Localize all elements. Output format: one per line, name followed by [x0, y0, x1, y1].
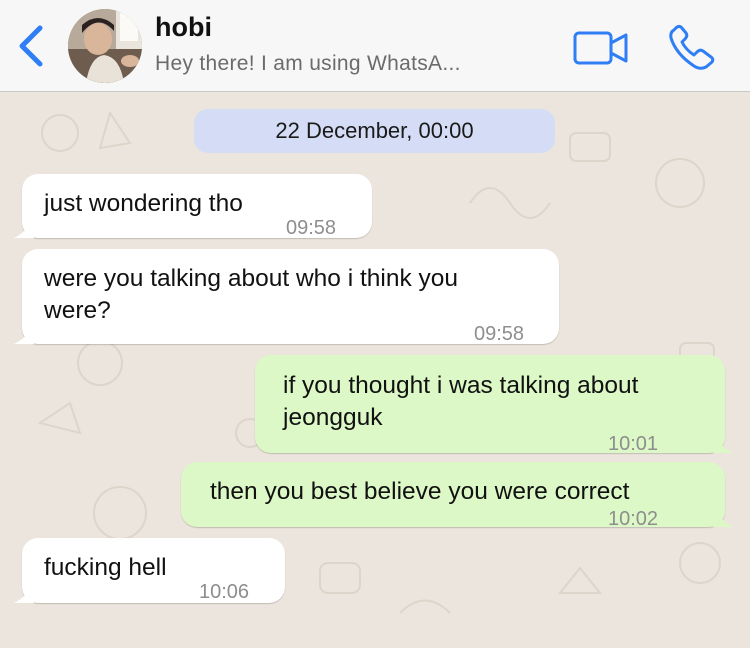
video-camera-icon [573, 31, 628, 65]
message-text: were? [44, 297, 111, 324]
bubble-tail [713, 509, 733, 527]
date-chip: 22 December, 00:00 [194, 109, 555, 153]
message-bubble-incoming[interactable]: just wondering tho 09:58 [14, 174, 372, 239]
avatar-photo [68, 9, 142, 83]
message-bubble-incoming[interactable]: were you talking about who i think you w… [14, 249, 559, 345]
contact-name[interactable]: hobi [155, 12, 212, 43]
back-chevron-icon [19, 25, 43, 67]
chat-header: hobi Hey there! I am using WhatsA... [0, 0, 750, 92]
avatar[interactable] [68, 9, 142, 83]
bubble-tail [14, 220, 34, 238]
video-call-button[interactable] [572, 30, 630, 66]
contact-status[interactable]: Hey there! I am using WhatsA... [155, 52, 495, 76]
message-time: 09:58 [286, 217, 337, 239]
message-time: 10:02 [608, 508, 659, 530]
bubble-tail [14, 326, 34, 344]
message-text: were you talking about who i think you [44, 265, 459, 292]
phone-icon [669, 24, 715, 70]
message-list[interactable]: 22 December, 00:00 just wondering tho 09… [0, 93, 750, 648]
message-text: just wondering tho [44, 190, 243, 217]
message-bubble-outgoing[interactable]: then you best believe you were correct 1… [181, 462, 733, 530]
message-text: fucking hell [44, 554, 167, 581]
message-time: 10:01 [608, 433, 659, 455]
message-time: 09:58 [474, 323, 525, 345]
message-time: 10:06 [199, 581, 250, 603]
bubble-tail [713, 435, 733, 453]
message-bubble-outgoing[interactable]: if you thought i was talking about jeong… [255, 355, 733, 455]
message-bubble-incoming[interactable]: fucking hell 10:06 [14, 538, 285, 603]
bubble-tail [14, 585, 34, 603]
back-button[interactable] [14, 24, 48, 68]
voice-call-button[interactable] [666, 24, 718, 72]
message-text: then you best believe you were correct [210, 478, 630, 505]
message-text: jeongguk [283, 404, 383, 431]
message-text: if you thought i was talking about [283, 372, 639, 399]
